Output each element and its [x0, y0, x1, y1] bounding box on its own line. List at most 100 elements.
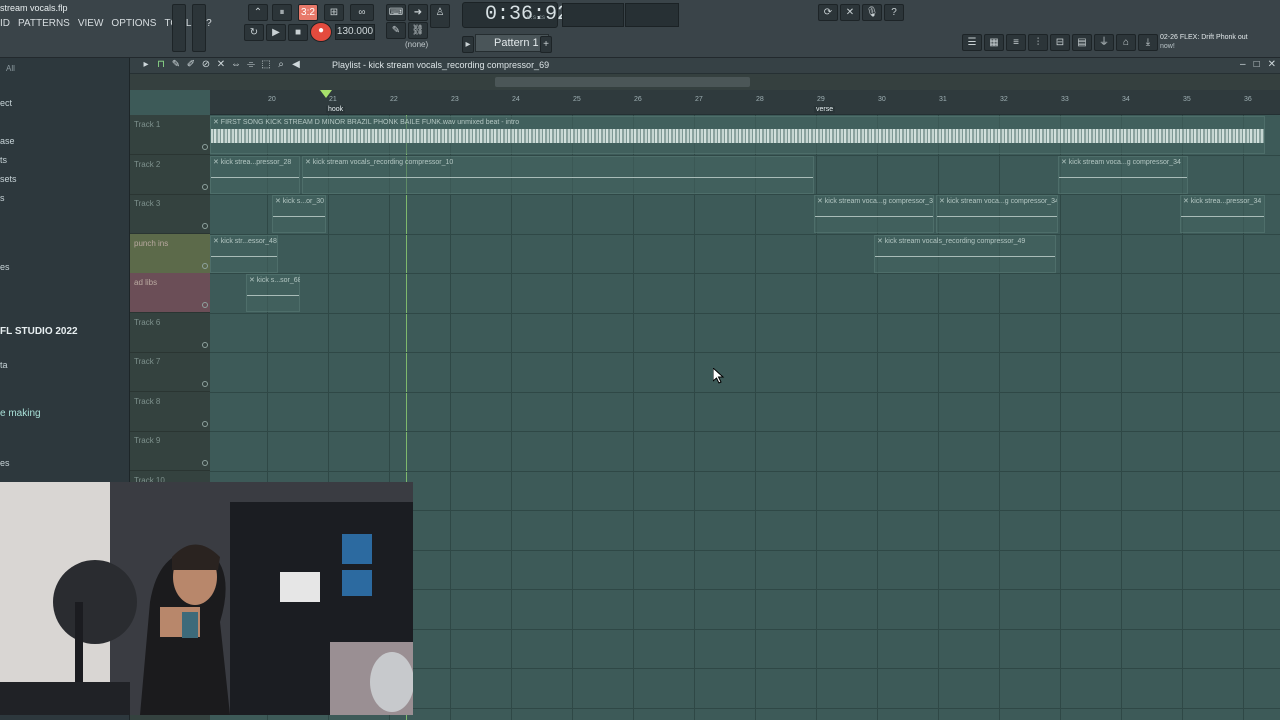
track-header[interactable]: Track 8 — [130, 392, 210, 432]
master-volume-slider[interactable] — [172, 4, 186, 52]
pattern-selector[interactable]: Pattern 1 — [475, 34, 549, 52]
browser-item[interactable]: ect — [0, 98, 12, 108]
refresh-icon[interactable]: ⟳ — [818, 4, 838, 21]
master-pitch-slider[interactable] — [192, 4, 206, 52]
track-header[interactable]: punch ins — [130, 233, 210, 274]
menu-item-view[interactable]: VIEW — [78, 18, 104, 29]
audio-clip[interactable]: ✕ kick s...sor_68 — [246, 274, 300, 312]
overview-thumb[interactable] — [495, 77, 750, 87]
track-header[interactable]: Track 9 — [130, 431, 210, 471]
browser-item[interactable]: es — [0, 262, 10, 272]
metronome-icon[interactable]: ⌃ — [248, 4, 268, 21]
slice-tool-icon[interactable]: ⌯ — [245, 59, 257, 70]
tempo-display[interactable]: 130.000 — [335, 24, 375, 40]
track-enable-icon[interactable] — [202, 420, 208, 427]
browser-icon[interactable]: ▤ — [1072, 34, 1092, 51]
menu-item-patterns[interactable]: PATTERNS — [18, 18, 70, 29]
audio-clip[interactable]: ✕ kick stream vocals_recording compresso… — [302, 155, 814, 194]
audio-clip[interactable]: ✕ kick stream voca...g compressor_34 — [1058, 155, 1188, 194]
track-enable-icon[interactable] — [202, 460, 208, 466]
browser-filter[interactable]: All — [6, 64, 15, 73]
plugin-icon[interactable]: ⏚ — [1094, 34, 1114, 51]
piano-roll-icon[interactable]: ▦ — [984, 34, 1004, 51]
audio-clip[interactable]: ✕ kick strea...pressor_34 — [1180, 195, 1265, 233]
browser-item[interactable]: sets — [0, 174, 17, 184]
marker-verse[interactable]: verse — [814, 106, 836, 113]
tempo-tapper-icon[interactable]: ♙ — [430, 4, 450, 28]
arrow-icon[interactable]: ➜ — [408, 4, 428, 21]
minimize-icon[interactable]: – — [1240, 59, 1246, 70]
close-icon[interactable]: ✕ — [1268, 59, 1276, 70]
track-enable-icon[interactable] — [202, 183, 208, 190]
pencil-tool-icon[interactable]: ✎ — [170, 59, 182, 70]
slip-tool-icon[interactable]: ⇔ — [230, 59, 242, 70]
playlist-overview-scrollbar[interactable] — [130, 74, 1280, 90]
browser-item[interactable]: ase — [0, 136, 15, 146]
browser-item[interactable]: s — [0, 193, 5, 203]
zoom-tool-icon[interactable]: ⌕ — [275, 59, 287, 70]
touch-keyboard-icon[interactable]: ⌂ — [1116, 34, 1136, 51]
playlist-icon[interactable]: ☰ — [962, 34, 982, 51]
song-mode-icon[interactable]: ↻ — [244, 24, 264, 41]
track-header[interactable]: Track 1 — [130, 115, 210, 155]
magnet-icon[interactable]: ⊓ — [155, 59, 167, 70]
browser-item-making[interactable]: e making — [0, 408, 41, 419]
audio-clip[interactable]: ✕ kick stream voca...g compressor_34 — [936, 195, 1058, 233]
audio-clip[interactable]: ✕ kick str...essor_48 — [210, 234, 278, 273]
menu-item-file[interactable]: ID — [0, 18, 10, 29]
track-header[interactable]: ad libs — [130, 273, 210, 313]
track-enable-icon[interactable] — [202, 223, 208, 229]
maximize-icon[interactable]: □ — [1254, 59, 1260, 70]
track-enable-icon[interactable] — [202, 341, 208, 348]
menu-item-options[interactable]: OPTIONS — [111, 18, 156, 29]
add-pattern-icon[interactable]: + — [540, 36, 552, 53]
select-tool-icon[interactable]: ⬚ — [260, 59, 272, 70]
tools-icon[interactable]: ✕ — [840, 4, 860, 21]
help-icon[interactable]: ? — [884, 4, 904, 21]
delete-tool-icon[interactable]: ⊘ — [200, 59, 212, 70]
play-button[interactable]: ▶ — [266, 24, 286, 41]
news-hint[interactable]: 02-26 FLEX: Drift Phonk out now! — [1160, 33, 1270, 51]
audio-clip[interactable]: ✕ kick strea...pressor_28 — [210, 155, 300, 194]
track-header[interactable]: Track 3 — [130, 194, 210, 234]
stop-button[interactable]: ■ — [288, 24, 308, 41]
prev-pattern-icon[interactable]: ▸ — [462, 36, 474, 53]
marker-hook[interactable]: hook — [326, 106, 346, 113]
playlist-arrow-icon[interactable]: ▸ — [140, 59, 152, 70]
countdown-button[interactable]: 3:2 — [298, 4, 318, 21]
track-header[interactable]: Track 2 — [130, 155, 210, 195]
typing-keyboard-icon[interactable]: ⌨ — [386, 4, 406, 21]
timeline-ruler[interactable]: 20 21 22 23 24 25 26 27 28 29 30 31 32 33 34 35 36 hook ve… — [210, 90, 1280, 115]
audio-clip[interactable]: ✕ FIRST SONG KICK STREAM D MINOR BRAZIL … — [210, 116, 1265, 154]
track-enable-icon[interactable] — [202, 302, 208, 308]
microphone-icon[interactable]: 🎙 — [862, 4, 882, 21]
track-header[interactable]: Track 7 — [130, 352, 210, 392]
audio-clip[interactable]: ✕ kick stream voca...g compressor_34 — [814, 195, 934, 233]
track-enable-icon[interactable] — [202, 144, 208, 150]
browser-item[interactable]: ta — [0, 360, 8, 370]
song-time-display[interactable]: 0:36:92 M:S:CS — [462, 2, 569, 28]
browser-section-fl-studio[interactable]: FL STUDIO 2022 — [0, 326, 78, 337]
channel-rack-icon[interactable]: ≡ — [1006, 34, 1026, 51]
record-button[interactable]: ● — [310, 22, 332, 42]
pencil-icon[interactable]: ✎ — [386, 22, 406, 39]
loop-record-icon[interactable]: ∞ — [350, 4, 374, 21]
wait-for-input-icon[interactable]: ⏸ — [272, 4, 292, 21]
browser-item[interactable]: es — [0, 458, 10, 468]
audio-clip[interactable]: ✕ kick stream vocals_recording compresso… — [874, 234, 1056, 273]
track-enable-icon[interactable] — [202, 262, 208, 269]
mute-tool-icon[interactable]: ✕ — [215, 59, 227, 70]
track-header[interactable]: Track 6 — [130, 313, 210, 353]
menu-item-help[interactable]: ? — [206, 18, 212, 29]
download-icon[interactable]: ⤓ — [1138, 34, 1158, 51]
mixer-icon[interactable]: ⫶ — [1028, 34, 1048, 51]
track-enable-icon[interactable] — [202, 381, 208, 387]
brush-tool-icon[interactable]: ✐ — [185, 59, 197, 70]
link-icon[interactable]: ⛓ — [408, 22, 428, 39]
playback-tool-icon[interactable]: ◀ — [290, 59, 302, 70]
playhead-marker-icon[interactable] — [320, 90, 332, 98]
plugin-picker-icon[interactable]: ⊟ — [1050, 34, 1070, 51]
audio-clip[interactable]: ✕ kick s...or_30 — [272, 195, 326, 233]
channel-filter[interactable]: (none) — [405, 40, 428, 49]
browser-item[interactable]: ts — [0, 155, 7, 165]
